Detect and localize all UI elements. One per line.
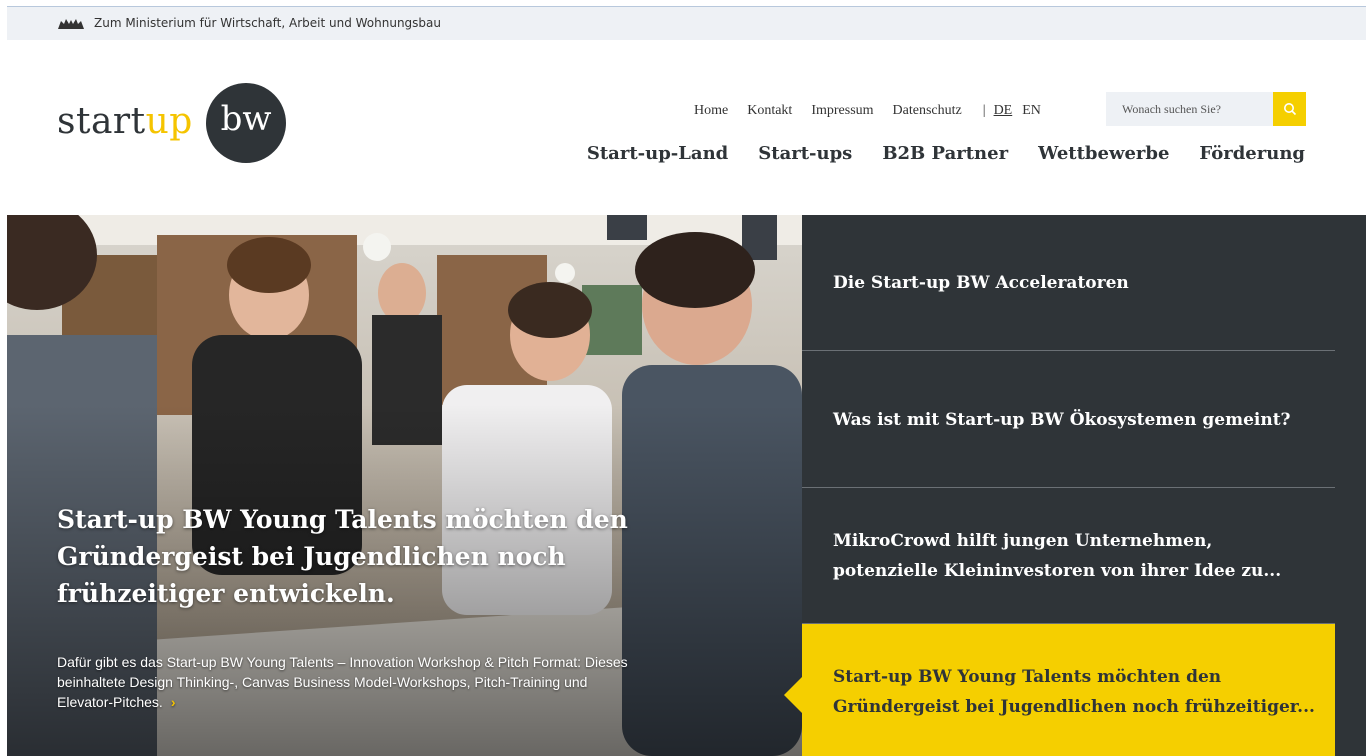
- main-nav-foerderung[interactable]: Förderung: [1199, 143, 1305, 164]
- search-button[interactable]: [1273, 92, 1306, 126]
- hero-slide[interactable]: Start-up BW Young Talents möchten den Gr…: [7, 215, 802, 756]
- language-de[interactable]: DE: [994, 103, 1013, 119]
- language-switcher: | DE EN: [983, 103, 1051, 119]
- logo-word-start: startup: [57, 101, 193, 142]
- teaser-item-oekosysteme[interactable]: Was ist mit Start-up BW Ökosystemen geme…: [802, 351, 1335, 488]
- teaser-item-mikrocrowd[interactable]: MikroCrowd hilft jungen Unternehmen, pot…: [802, 488, 1335, 624]
- service-nav: Home Kontakt Impressum Datenschutz | DE …: [694, 101, 1051, 121]
- hero-text-body: Dafür gibt es das Start-up BW Young Tale…: [57, 654, 628, 710]
- service-nav-home[interactable]: Home: [694, 103, 728, 119]
- service-nav-datenschutz[interactable]: Datenschutz: [893, 103, 962, 119]
- read-more-arrow-icon[interactable]: ›: [171, 694, 176, 710]
- search-input[interactable]: [1106, 92, 1273, 126]
- ministry-topbar: Zum Ministerium für Wirtschaft, Arbeit u…: [7, 6, 1366, 40]
- hero-text: Dafür gibt es das Start-up BW Young Tale…: [57, 652, 647, 712]
- language-en[interactable]: EN: [1022, 103, 1041, 119]
- ministry-link[interactable]: Zum Ministerium für Wirtschaft, Arbeit u…: [94, 16, 441, 30]
- teaser-title: Start-up BW Young Talents möchten den Gr…: [833, 667, 1315, 717]
- service-nav-kontakt[interactable]: Kontakt: [747, 103, 792, 119]
- startup-bw-logo[interactable]: startup bw: [57, 83, 297, 165]
- teaser-title: Die Start-up BW Acceleratoren: [833, 273, 1129, 293]
- hero-title[interactable]: Start-up BW Young Talents möchten den Gr…: [57, 501, 637, 612]
- main-nav-b2b-partner[interactable]: B2B Partner: [882, 143, 1008, 164]
- site-header: startup bw Home Kontakt Impressum Datens…: [7, 40, 1366, 215]
- teaser-item-young-talents[interactable]: Start-up BW Young Talents möchten den Gr…: [784, 624, 1335, 756]
- main-nav-start-up-land[interactable]: Start-up-Land: [587, 143, 728, 164]
- main-nav-start-ups[interactable]: Start-ups: [758, 143, 852, 164]
- logo-bw-text: bw: [220, 99, 272, 139]
- teaser-title: MikroCrowd hilft jungen Unternehmen, pot…: [833, 531, 1282, 581]
- main-nav: Start-up-Land Start-ups B2B Partner Wett…: [557, 143, 1305, 164]
- logo-bw-circle: bw: [206, 83, 286, 163]
- lion-crest-icon: [58, 19, 84, 29]
- service-nav-impressum[interactable]: Impressum: [811, 103, 873, 119]
- logo-word-up: up: [145, 101, 193, 142]
- main-nav-wettbewerbe[interactable]: Wettbewerbe: [1038, 143, 1169, 164]
- language-separator: |: [982, 103, 986, 118]
- search-icon: [1283, 103, 1296, 116]
- active-pointer-icon: [784, 677, 802, 713]
- search-box: [1106, 92, 1306, 126]
- teaser-panel: Die Start-up BW Acceleratoren Was ist mi…: [784, 215, 1366, 756]
- teaser-title: Was ist mit Start-up BW Ökosystemen geme…: [833, 410, 1291, 430]
- teaser-item-acceleratoren[interactable]: Die Start-up BW Acceleratoren: [802, 215, 1335, 351]
